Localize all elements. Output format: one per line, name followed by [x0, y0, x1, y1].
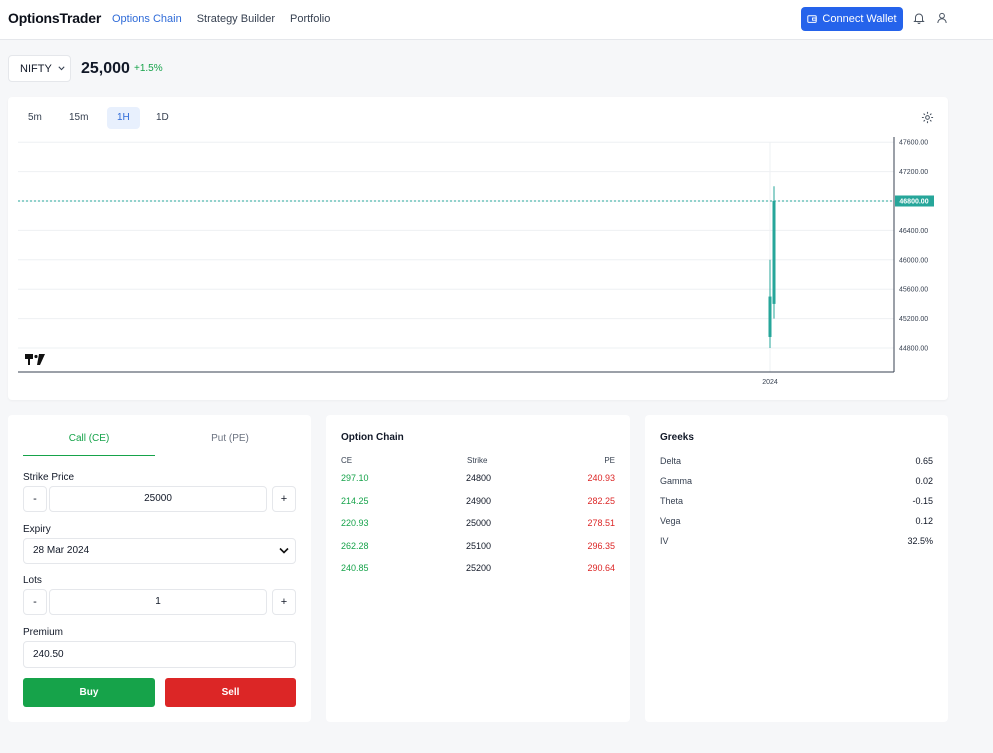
greek-name: Delta — [660, 456, 682, 466]
lots-increment-button[interactable]: + — [272, 589, 296, 615]
y-tick-label: 46400.00 — [899, 228, 928, 235]
pe-price: 278.51 — [587, 518, 615, 528]
expiry-select[interactable]: 28 Mar 2024 — [23, 538, 296, 564]
strike-value: 24900 — [466, 496, 492, 506]
premium-label: Premium — [23, 627, 64, 638]
tab-put[interactable]: Put (PE) — [164, 433, 296, 456]
greek-value: 32.5% — [907, 536, 933, 546]
pe-price: 290.64 — [587, 563, 615, 573]
y-tick-label: 44800.00 — [899, 346, 928, 353]
pe-price: 296.35 — [587, 541, 615, 551]
lots-input[interactable]: 1 — [49, 589, 267, 615]
y-tick-label: 47200.00 — [899, 169, 928, 176]
y-tick-labels: 44800.00 45200.00 45600.00 46000.00 46400.00… — [899, 140, 928, 353]
strike-price-label: Strike Price — [23, 472, 75, 483]
column-header-strike: Strike — [467, 456, 488, 465]
y-tick-label: 46000.00 — [899, 257, 928, 264]
connect-wallet-button[interactable]: Connect Wallet — [801, 7, 903, 31]
top-navbar: OptionsTrader Options Chain Strategy Bui… — [0, 0, 993, 40]
greeks-panel: Greeks Delta 0.65 Gamma 0.02 Theta -0.15… — [645, 415, 948, 722]
connect-wallet-label: Connect Wallet — [822, 13, 897, 25]
main-nav: Options Chain Strategy Builder Portfolio — [112, 13, 330, 25]
ce-price: 240.85 — [341, 563, 369, 573]
greek-name: Gamma — [660, 476, 693, 486]
tradingview-logo-icon — [25, 354, 45, 365]
candle-body[interactable] — [772, 201, 776, 304]
wallet-icon — [807, 15, 818, 23]
current-price-label: 46800.00 — [899, 199, 928, 206]
ce-price: 297.10 — [341, 473, 369, 483]
price-chart-card: 5m 15m 1H 1D 44800.00 45200.00 45600.00 460… — [8, 97, 948, 400]
x-tick-label: 2024 — [762, 379, 778, 386]
y-tick-label: 45600.00 — [899, 287, 928, 294]
pe-price: 282.25 — [587, 496, 615, 506]
greek-name: Theta — [660, 496, 684, 506]
pe-price: 240.93 — [587, 473, 615, 483]
order-panel: Call (CE) Put (PE) Strike Price - 25000 … — [8, 415, 311, 722]
chevron-down-icon — [279, 547, 289, 554]
greek-name: IV — [660, 536, 669, 546]
greeks-title: Greeks — [660, 432, 694, 443]
y-tick-label: 45200.00 — [899, 316, 928, 323]
greek-value: 0.02 — [915, 476, 933, 486]
ticker-price: 25,000 — [81, 60, 130, 77]
ticker-symbol: NIFTY — [20, 62, 52, 75]
ticker-change: +1.5% — [134, 63, 163, 74]
strike-decrement-button[interactable]: - — [23, 486, 47, 512]
ce-price: 220.93 — [341, 518, 369, 528]
ticker-select[interactable]: NIFTY — [8, 55, 71, 82]
option-chain-title: Option Chain — [341, 432, 404, 443]
chart-grid — [18, 141, 894, 349]
option-type-tabs: Call (CE) Put (PE) — [23, 433, 296, 456]
option-chain-panel: Option Chain CE Strike PE 297.10 24800 2… — [326, 415, 630, 722]
sell-button[interactable]: Sell — [165, 678, 296, 707]
lots-decrement-button[interactable]: - — [23, 589, 47, 615]
current-price-tag: 46800.00 — [895, 195, 934, 207]
user-icon[interactable] — [935, 11, 949, 25]
brand-logo[interactable]: OptionsTrader — [8, 10, 101, 26]
strike-increment-button[interactable]: + — [272, 486, 296, 512]
column-header-pe: PE — [604, 456, 615, 465]
strike-value: 24800 — [466, 473, 492, 483]
premium-input[interactable]: 240.50 — [23, 641, 296, 668]
nav-portfolio[interactable]: Portfolio — [290, 13, 330, 25]
strike-price-input[interactable]: 25000 — [49, 486, 267, 512]
greek-value: -0.15 — [912, 496, 933, 506]
strike-value: 25000 — [466, 518, 492, 528]
lots-label: Lots — [23, 575, 42, 586]
tab-call[interactable]: Call (CE) — [23, 433, 155, 456]
strike-value: 25100 — [466, 541, 492, 551]
greek-value: 0.12 — [915, 516, 933, 526]
ce-price: 214.25 — [341, 496, 369, 506]
column-header-ce: CE — [341, 456, 353, 465]
expiry-value: 28 Mar 2024 — [33, 545, 90, 556]
ce-price: 262.28 — [341, 541, 369, 551]
y-tick-label: 47600.00 — [899, 140, 928, 147]
greek-name: Vega — [660, 516, 681, 526]
expiry-label: Expiry — [23, 524, 51, 535]
chevron-down-icon — [58, 66, 65, 71]
nav-strategy-builder[interactable]: Strategy Builder — [197, 13, 275, 25]
strike-value: 25200 — [466, 563, 492, 573]
buy-button[interactable]: Buy — [23, 678, 155, 707]
nav-options-chain[interactable]: Options Chain — [112, 13, 182, 25]
candle-body[interactable] — [768, 296, 772, 337]
greek-value: 0.65 — [915, 456, 933, 466]
candlestick-chart[interactable]: 44800.00 45200.00 45600.00 46000.00 46400.00… — [8, 97, 948, 400]
bell-icon[interactable] — [912, 11, 926, 25]
